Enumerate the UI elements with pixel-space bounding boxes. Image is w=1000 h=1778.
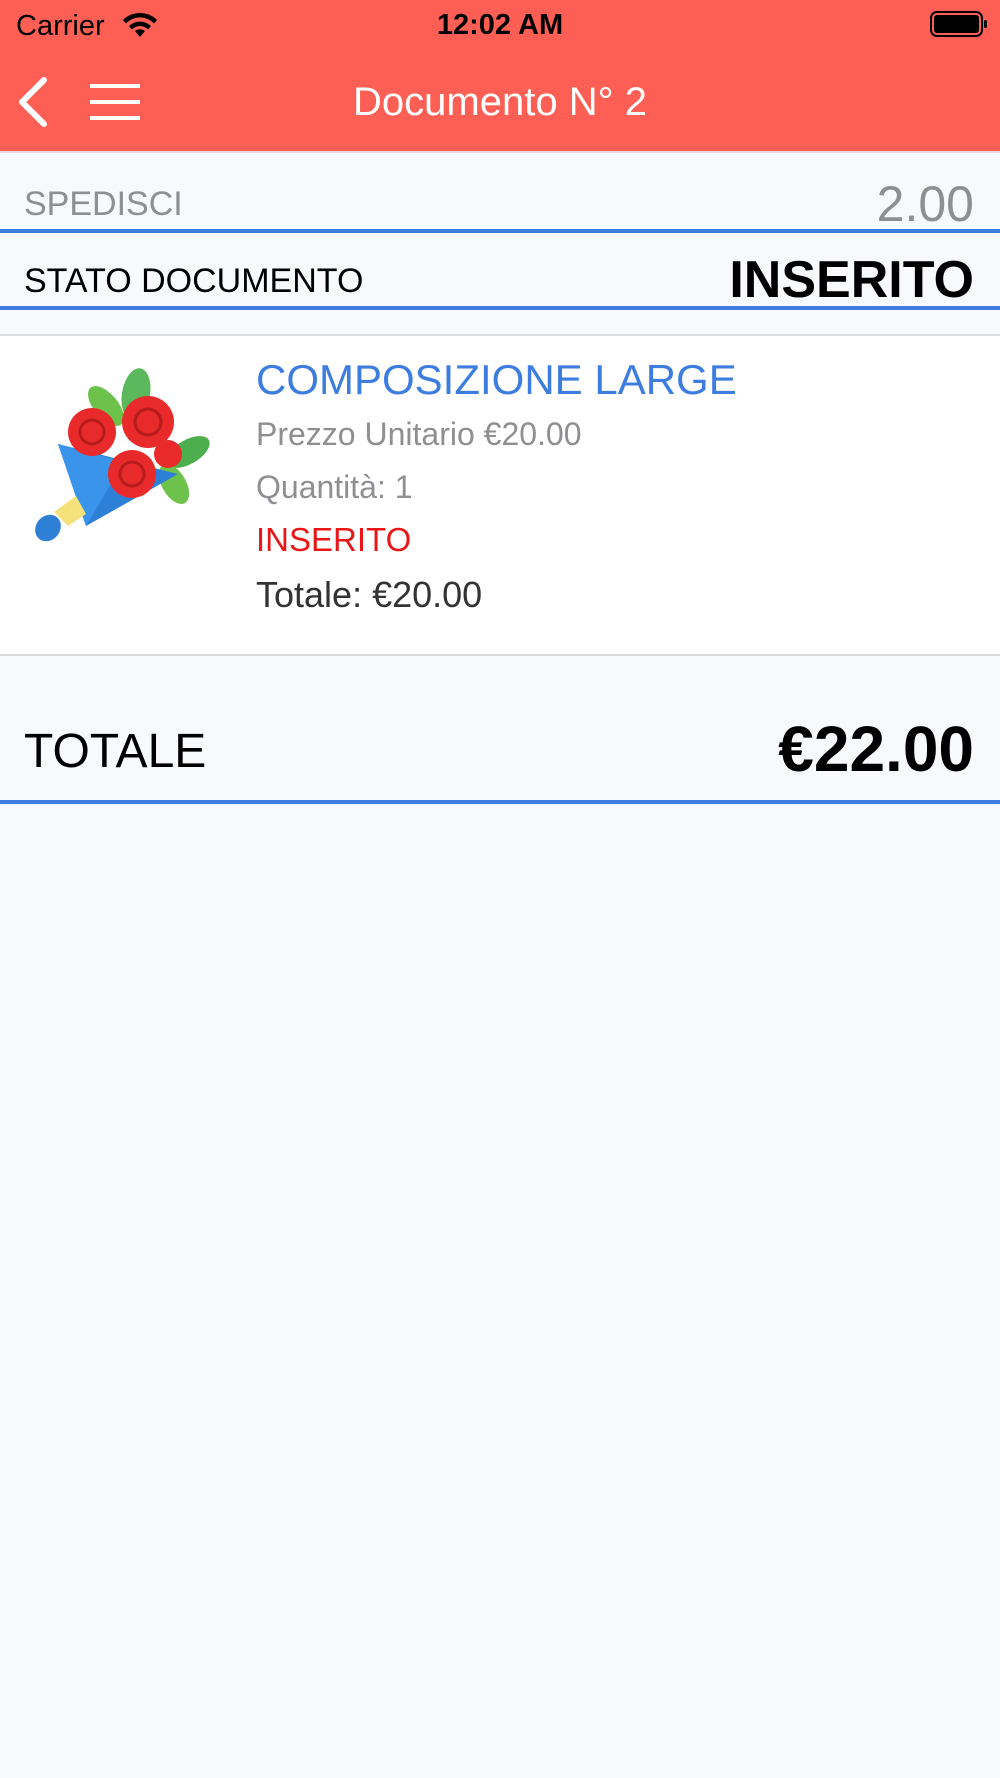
total-value: €22.00: [778, 713, 974, 785]
page-title: Documento N° 2: [353, 80, 647, 124]
app-header: Carrier 12:02 AM Documento N° 2: [0, 0, 1000, 153]
battery-icon: [930, 11, 987, 37]
list-item[interactable]: COMPOSIZIONE LARGE Prezzo Unitario €20.0…: [0, 334, 1000, 656]
shipping-value: 2.00: [876, 176, 974, 232]
total-label: TOTALE: [24, 725, 207, 778]
item-status: INSERITO: [256, 521, 412, 558]
item-unit-price: Prezzo Unitario €20.00: [256, 416, 582, 452]
item-quantity: Quantità: 1: [256, 469, 413, 505]
flower-bouquet-icon: [35, 368, 210, 542]
item-name: COMPOSIZIONE LARGE: [256, 356, 737, 403]
document-status-value: INSERITO: [729, 251, 974, 309]
divider: [0, 229, 1000, 233]
shipping-label: SPEDISCI: [24, 185, 183, 223]
navigation-bar: Documento N° 2: [0, 60, 1000, 144]
divider: [0, 306, 1000, 310]
shipping-row: SPEDISCI 2.00: [0, 155, 1000, 232]
clock: 12:02 AM: [436, 9, 564, 41]
document-status-label: STATO DOCUMENTO: [24, 262, 364, 300]
item-total: Totale: €20.00: [256, 574, 483, 615]
total-row: TOTALE €22.00: [0, 700, 1000, 800]
divider: [0, 800, 1000, 804]
document-status-row: STATO DOCUMENTO INSERITO: [0, 236, 1000, 309]
status-bar: Carrier 12:02 AM: [0, 0, 1000, 52]
